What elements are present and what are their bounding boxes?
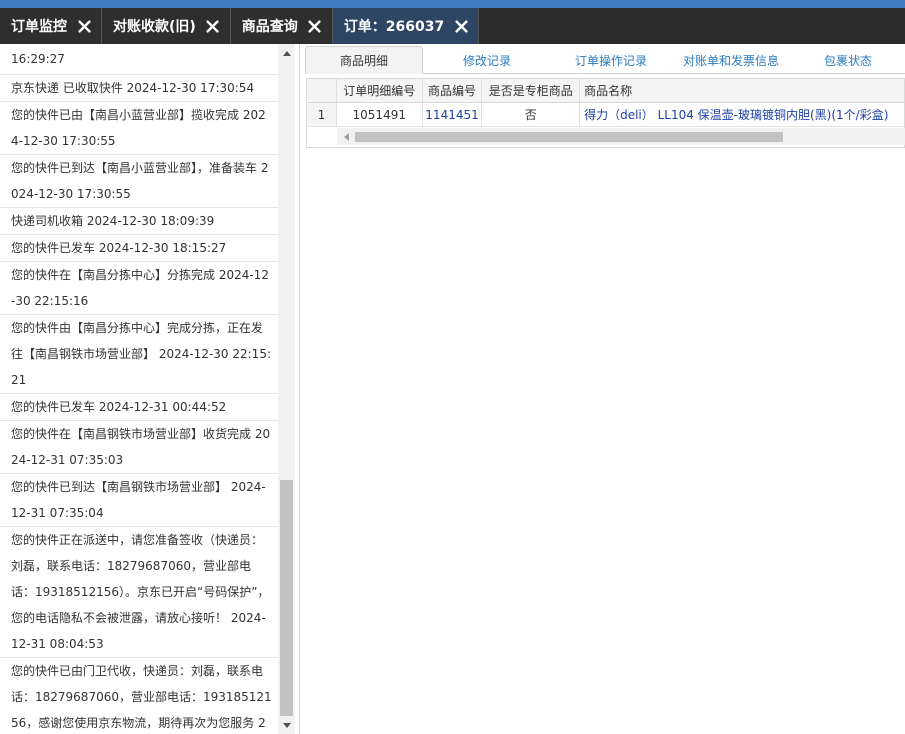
arrow-down-icon[interactable]: [278, 717, 295, 734]
list-item: 您的快件已到达【南昌钢铁市场营业部】 2024-12-31 07:35:04: [0, 474, 278, 527]
tab-label: 订单监控: [11, 19, 67, 35]
table-row[interactable]: 1 1051491 1141451 否 得力（deli） LL104 保温壶-玻…: [307, 103, 904, 127]
top-accent-bar: [0, 0, 905, 8]
close-icon[interactable]: [75, 17, 93, 35]
column-header[interactable]: 订单明细编号: [337, 79, 423, 102]
list-item: 快递司机收箱 2024-12-30 18:09:39: [0, 208, 278, 235]
product-code-link[interactable]: 1141451: [423, 103, 483, 126]
arrow-left-icon[interactable]: [337, 128, 354, 145]
list-item: 您的快件已到达【南昌小蓝营业部】，准备装车 2024-12-30 17:30:5…: [0, 155, 278, 208]
list-item: 您的快件已发车 2024-12-30 18:15:27: [0, 235, 278, 262]
product-detail-grid: 订单明细编号 商品编号 是否是专柜商品 商品名称 1 1051491 11414…: [306, 78, 905, 148]
list-item: 京东快递 已收取快件 2024-12-30 17:30:54: [0, 75, 278, 102]
sub-tab-order-operation-log[interactable]: 订单操作记录: [551, 46, 671, 74]
close-icon[interactable]: [306, 17, 324, 35]
row-number: 1: [307, 103, 337, 126]
tab-label: 商品查询: [241, 19, 298, 35]
list-item: 您的快件在【南昌钢铁市场营业部】收货完成 2024-12-31 07:35:03: [0, 421, 278, 474]
tab-label: 对账收款(旧): [113, 19, 196, 35]
list-item: 您的快件已由【南昌小蓝营业部】揽收完成 2024-12-30 17:30:55: [0, 102, 278, 155]
scrollbar-thumb[interactable]: [280, 480, 293, 716]
column-header[interactable]: 是否是专柜商品: [482, 79, 581, 102]
tab-order-detail[interactable]: 订单：266037: [332, 8, 480, 44]
order-detail-panel: 商品明细 修改记录 订单操作记录 对账单和发票信息 包裹状态 订单明细编号 商品…: [300, 44, 905, 734]
detail-id-cell: 1051491: [337, 103, 423, 126]
tab-strip: 订单监控 对账收款(旧) 商品查询 订单：266037: [0, 8, 905, 44]
tab-reconciliation-old[interactable]: 对账收款(旧): [102, 8, 231, 44]
sub-tab-product-detail[interactable]: 商品明细: [305, 46, 423, 74]
grid-header: 订单明细编号 商品编号 是否是专柜商品 商品名称: [307, 79, 904, 103]
arrow-up-icon[interactable]: [278, 44, 295, 61]
tracking-log-list[interactable]: 16:29:27 京东快递 已收取快件 2024-12-30 17:30:54 …: [0, 44, 278, 734]
tracking-log-panel: 16:29:27 京东快递 已收取快件 2024-12-30 17:30:54 …: [0, 44, 300, 734]
sub-tab-package-status[interactable]: 包裹状态: [791, 46, 905, 74]
vertical-scrollbar[interactable]: [278, 44, 295, 734]
column-header[interactable]: 商品编号: [423, 79, 483, 102]
close-icon[interactable]: [452, 17, 470, 35]
scrollbar-thumb[interactable]: [355, 132, 783, 142]
list-item: 您的快件在【南昌分拣中心】分拣完成 2024-12-30 22:15:16: [0, 262, 278, 315]
list-item: 16:29:27: [0, 44, 278, 75]
detail-sub-tabs: 商品明细 修改记录 订单操作记录 对账单和发票信息 包裹状态: [305, 46, 905, 74]
close-icon[interactable]: [204, 17, 222, 35]
product-name-link[interactable]: 得力（deli） LL104 保温壶-玻璃镀铜内胆(黑)(1个/彩盒): [580, 103, 904, 126]
tab-order-monitor[interactable]: 订单监控: [0, 8, 102, 44]
list-item: 您的快件由【南昌分拣中心】完成分拣，正在发往【南昌钢铁市场营业部】 2024-1…: [0, 315, 278, 394]
horizontal-scrollbar[interactable]: [337, 128, 905, 145]
column-header[interactable]: 商品名称: [580, 79, 904, 102]
tab-product-query[interactable]: 商品查询: [230, 8, 333, 44]
list-item: 您的快件正在派送中，请您准备签收（快递员：刘磊，联系电话：18279687060…: [0, 527, 278, 658]
row-number-header: [307, 79, 337, 102]
list-item: 您的快件已发车 2024-12-31 00:44:52: [0, 394, 278, 421]
is-counter-cell: 否: [482, 103, 581, 126]
sub-tab-statement-invoice[interactable]: 对账单和发票信息: [671, 46, 791, 74]
list-item: 您的快件已由门卫代收，快递员：刘磊，联系电话：18279687060，营业部电话…: [0, 658, 278, 734]
tab-label: 订单：266037: [343, 19, 445, 35]
sub-tab-modification-log[interactable]: 修改记录: [423, 46, 551, 74]
